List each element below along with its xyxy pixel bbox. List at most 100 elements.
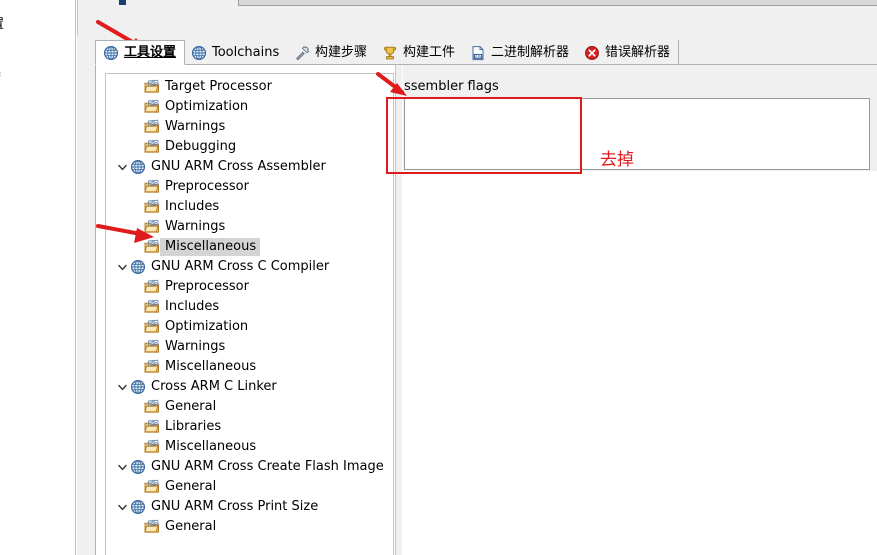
folder-tool-icon (144, 359, 160, 375)
tab-label: 构建步骤 (315, 44, 368, 60)
tree-item[interactable]: Warnings (106, 337, 393, 357)
tree-item[interactable]: GNU ARM Cross Create Flash Image (106, 457, 393, 477)
properties-dialog: 工具设置 Toolchains 构建步骤 构建工件 010 二进制解析器 错误解析器 Tar… (77, 0, 877, 555)
tree-item[interactable]: Includes (106, 297, 393, 317)
tab-3[interactable]: 构建步骤 (287, 40, 377, 65)
tree-item-label: Miscellaneous (165, 359, 257, 374)
screenshot-root: 置 器 工具设置 Toolchains 构建步骤 构建工件 010 二进制解析器 错误解析器… (0, 0, 877, 555)
folder-tool-icon (144, 299, 160, 315)
tree-item-label: Preprocessor (165, 179, 249, 194)
tree-item[interactable]: Miscellaneous (106, 437, 393, 457)
partial-caret-icon (119, 0, 126, 5)
folder-tool-icon (144, 399, 160, 415)
tab-bar: 工具设置 Toolchains 构建步骤 构建工件 010 二进制解析器 错误解析器 (95, 40, 877, 65)
gear-globe-icon (130, 159, 146, 175)
tree-item-label: Debugging (165, 139, 237, 154)
svg-text:010: 010 (474, 53, 482, 58)
tree-item-label: GNU ARM Cross Create Flash Image (151, 459, 384, 474)
tree-item-label: Warnings (165, 119, 226, 134)
assembler-flags-label: ssembler flags (404, 79, 499, 94)
tree-item-label: Miscellaneous (160, 238, 261, 256)
binary-file-icon: 010 (470, 45, 486, 61)
tree-item[interactable]: Optimization (106, 97, 393, 117)
tab-6[interactable]: 错误解析器 (577, 40, 680, 65)
tab-4[interactable]: 构建工件 (375, 40, 465, 65)
settings-tree[interactable]: Target Processor Optimization Warnings Debu… (105, 73, 394, 555)
tree-item[interactable]: General (106, 397, 393, 417)
tree-item-label: Miscellaneous (165, 439, 257, 454)
tree-item[interactable]: Preprocessor (106, 277, 393, 297)
tab-5[interactable]: 010 二进制解析器 (463, 40, 579, 65)
tree-item-label: Preprocessor (165, 279, 249, 294)
folder-tool-icon (144, 319, 160, 335)
top-control-strip (77, 0, 877, 36)
tree-item-label: Warnings (165, 339, 226, 354)
tree-item[interactable]: GNU ARM Cross Print Size (106, 497, 393, 517)
option-detail-panel: ssembler flags (403, 65, 877, 555)
folder-tool-icon (144, 239, 160, 255)
tree-item-label: General (165, 399, 217, 414)
assembler-flags-input[interactable] (404, 98, 870, 170)
tree-item[interactable]: Preprocessor (106, 177, 393, 197)
folder-tool-icon (144, 219, 160, 235)
tree-item[interactable]: GNU ARM Cross Assembler (106, 157, 393, 177)
background-clipped-panel: 置 器 (0, 0, 76, 555)
tree-item-label: Cross ARM C Linker (151, 379, 277, 394)
tree-item[interactable]: General (106, 477, 393, 497)
folder-tool-icon (144, 339, 160, 355)
chevron-down-icon[interactable] (114, 499, 130, 515)
settings-tree-items: Target Processor Optimization Warnings Debu… (106, 74, 393, 537)
tab-label: 构建工件 (403, 44, 456, 60)
tree-item-label: Warnings (165, 219, 226, 234)
gear-globe-icon (103, 45, 119, 61)
folder-tool-icon (144, 179, 160, 195)
panel-sash[interactable] (395, 65, 402, 555)
tree-item[interactable]: Target Processor (106, 77, 393, 97)
tab-2[interactable]: Toolchains (184, 40, 289, 65)
tree-item[interactable]: GNU ARM Cross C Compiler (106, 257, 393, 277)
tree-item[interactable]: General (106, 517, 393, 537)
folder-tool-icon (144, 139, 160, 155)
tree-item-selected[interactable]: Miscellaneous (106, 237, 393, 257)
folder-tool-icon (144, 279, 160, 295)
folder-tool-icon (144, 479, 160, 495)
tree-item-label: General (165, 519, 217, 534)
folder-tool-icon (144, 79, 160, 95)
folder-tool-icon (144, 419, 160, 435)
partial-combo-field[interactable] (238, 0, 877, 6)
folder-tool-icon (144, 99, 160, 115)
tree-item-label: General (165, 479, 217, 494)
chevron-down-icon[interactable] (114, 159, 130, 175)
tree-item-label: Optimization (165, 319, 249, 334)
strip-left-rule (77, 0, 78, 36)
gear-globe-icon (191, 45, 207, 61)
tree-item-label: GNU ARM Cross Assembler (151, 159, 326, 174)
tree-item[interactable]: Optimization (106, 317, 393, 337)
tree-item[interactable]: Warnings (106, 217, 393, 237)
tree-item[interactable]: Includes (106, 197, 393, 217)
folder-tool-icon (144, 439, 160, 455)
folder-tool-icon (144, 119, 160, 135)
chevron-down-icon[interactable] (114, 259, 130, 275)
tree-item[interactable]: Cross ARM C Linker (106, 377, 393, 397)
tree-item-label: Libraries (165, 419, 222, 434)
gear-globe-icon (130, 499, 146, 515)
tab-label: Toolchains (212, 44, 280, 60)
tree-item[interactable]: Miscellaneous (106, 357, 393, 377)
folder-tool-icon (144, 519, 160, 535)
clipped-text-fragment-2: 器 (0, 63, 1, 82)
tab-1[interactable]: 工具设置 (95, 40, 186, 65)
gear-globe-icon (130, 259, 146, 275)
gear-globe-icon (130, 459, 146, 475)
tree-item-label: GNU ARM Cross Print Size (151, 499, 319, 514)
tree-item[interactable]: Debugging (106, 137, 393, 157)
chevron-down-icon[interactable] (114, 459, 130, 475)
clipped-text-fragment-1: 置 (0, 13, 4, 32)
tree-item[interactable]: Warnings (106, 117, 393, 137)
chevron-down-icon[interactable] (114, 379, 130, 395)
panel-white-body (403, 171, 877, 555)
tree-item-label: Includes (165, 199, 220, 214)
folder-tool-icon (144, 199, 160, 215)
gear-globe-icon (130, 379, 146, 395)
tree-item[interactable]: Libraries (106, 417, 393, 437)
